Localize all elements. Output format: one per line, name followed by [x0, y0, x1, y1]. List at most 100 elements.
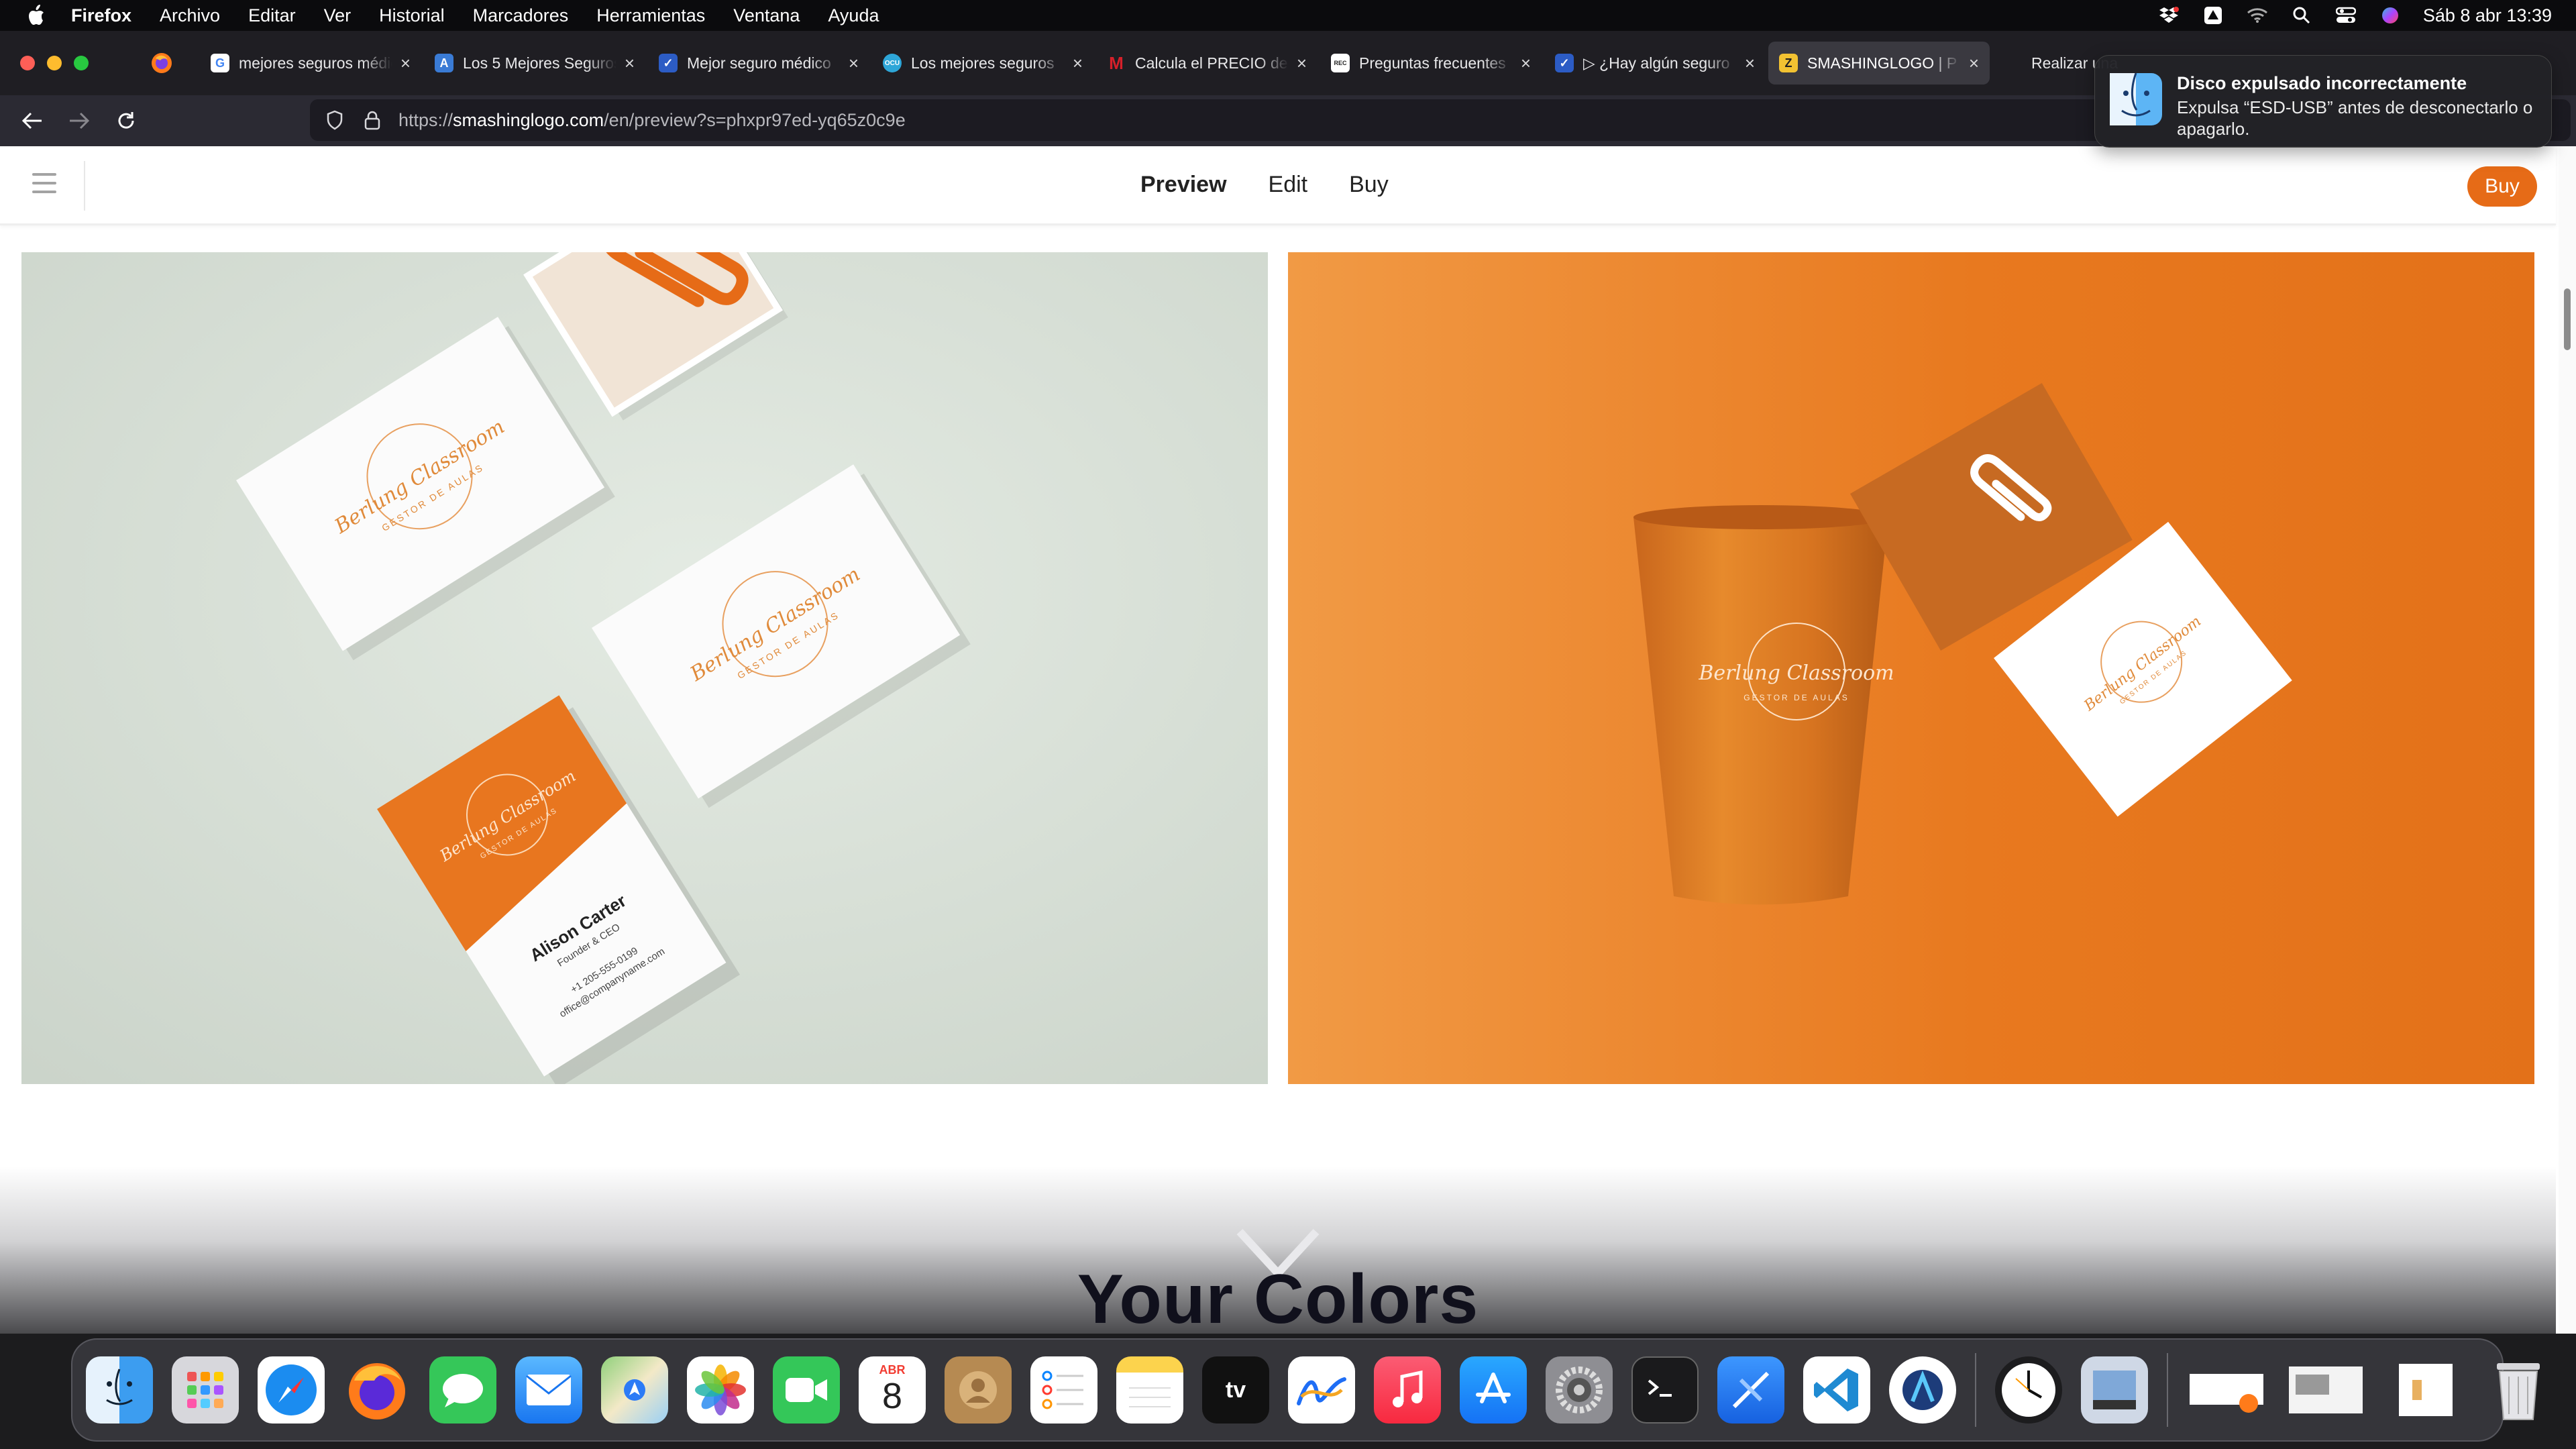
nav-buy[interactable]: Buy [1349, 172, 1389, 198]
back-arrow-icon[interactable] [17, 106, 47, 136]
brand-script-text: Berlung Classroom [1698, 661, 1894, 685]
nav-preview[interactable]: Preview [1140, 172, 1227, 198]
preview-icon[interactable] [2081, 1356, 2148, 1424]
clock-icon[interactable] [1995, 1356, 2062, 1424]
siri-icon[interactable] [2379, 5, 2402, 25]
tab-title: SMASHINGLOGO | P [1807, 54, 1957, 72]
apple-tv-icon[interactable]: tv [1202, 1356, 1269, 1424]
page-scrollbar[interactable] [2559, 146, 2576, 1334]
notification-body: Expulsa “ESD-USB” antes de desconectarlo… [2177, 97, 2533, 139]
minimized-window-firefox[interactable] [2187, 1356, 2267, 1424]
zoom-window-button[interactable] [74, 56, 89, 70]
google-icon: G [211, 54, 229, 72]
close-tab-icon[interactable]: × [1073, 53, 1083, 74]
drive-icon[interactable] [2202, 5, 2224, 25]
menu-marcadores[interactable]: Marcadores [473, 5, 569, 26]
music-icon[interactable] [1374, 1356, 1441, 1424]
calendar-month: ABR [879, 1362, 906, 1377]
photos-icon[interactable] [687, 1356, 754, 1424]
browser-tab-active[interactable]: Z SMASHINGLOGO | P × [1768, 42, 1990, 85]
menu-ver[interactable]: Ver [324, 5, 352, 26]
rec-icon: REC [1331, 54, 1350, 72]
apple-menu-icon[interactable] [27, 4, 47, 27]
terminal-icon[interactable] [1631, 1356, 1699, 1424]
close-tab-icon[interactable]: × [1969, 53, 1979, 74]
browser-tab[interactable]: M Calcula el PRECIO de × [1096, 42, 1318, 85]
browser-tab[interactable]: ✓ ▷ ¿Hay algún seguro × [1544, 42, 1766, 85]
xcode-icon[interactable] [1717, 1356, 1784, 1424]
trash-icon[interactable] [2485, 1356, 2552, 1424]
tab-title: Los mejores seguros [911, 54, 1055, 72]
menu-historial[interactable]: Historial [379, 5, 445, 26]
close-tab-icon[interactable]: × [625, 53, 635, 74]
facetime-icon[interactable] [773, 1356, 840, 1424]
macos-dock: ABR 8 tv [71, 1338, 2540, 1442]
web-page: Preview Edit Buy Buy Berlung Classroom G… [0, 146, 2576, 1334]
dropbox-icon[interactable] [2157, 5, 2180, 25]
url-text[interactable]: https://smashinglogo.com/en/preview?s=ph… [398, 110, 906, 131]
smashing-icon: Z [1779, 54, 1798, 72]
hamburger-menu-icon[interactable] [32, 173, 56, 193]
tab-title: mejores seguros médicos [239, 54, 392, 72]
freeform-icon[interactable] [1288, 1356, 1355, 1424]
coffee-cup-mockup-image: Berlung Classroom GESTOR DE AULAS Berlun… [1288, 252, 2534, 1084]
lock-icon[interactable] [361, 109, 384, 131]
mail-icon[interactable] [515, 1356, 582, 1424]
check-icon: ✓ [1555, 54, 1574, 72]
browser-tab[interactable]: ✓ Mejor seguro médico × [648, 42, 869, 85]
firefox-view-icon[interactable] [150, 52, 173, 74]
instruments-icon[interactable] [1889, 1356, 1956, 1424]
reminders-icon[interactable] [1030, 1356, 1097, 1424]
shield-icon[interactable] [323, 109, 346, 131]
safari-icon[interactable] [258, 1356, 325, 1424]
scrollbar-thumb[interactable] [2564, 288, 2571, 350]
messages-icon[interactable] [429, 1356, 496, 1424]
system-settings-icon[interactable] [1546, 1356, 1613, 1424]
app-menu-firefox[interactable]: Firefox [71, 5, 131, 26]
control-center-icon[interactable] [2334, 5, 2357, 25]
buy-button[interactable]: Buy [2467, 166, 2537, 207]
brand-sub-text: GESTOR DE AULAS [1743, 693, 1849, 702]
minimize-window-button[interactable] [47, 56, 62, 70]
calendar-day: 8 [881, 1375, 903, 1416]
browser-tab[interactable]: OCU Los mejores seguros × [872, 42, 1093, 85]
close-tab-icon[interactable]: × [1745, 53, 1755, 74]
menu-herramientas[interactable]: Herramientas [596, 5, 705, 26]
close-window-button[interactable] [20, 56, 35, 70]
tab-title: Mejor seguro médico [687, 54, 831, 72]
minimized-window-1[interactable] [2286, 1356, 2367, 1424]
maps-icon[interactable] [601, 1356, 668, 1424]
menu-editar[interactable]: Editar [248, 5, 296, 26]
close-tab-icon[interactable]: × [1521, 53, 1531, 74]
close-tab-icon[interactable]: × [849, 53, 859, 74]
tab-title: Los 5 Mejores Seguros [463, 54, 616, 72]
close-tab-icon[interactable]: × [1297, 53, 1307, 74]
site-header: Preview Edit Buy Buy [0, 146, 2556, 225]
header-divider [84, 161, 85, 211]
browser-tab[interactable]: G mejores seguros médicos × [200, 42, 421, 85]
disk-ejected-notification[interactable]: Disco expulsado incorrectamente Expulsa … [2094, 55, 2552, 148]
calendar-icon[interactable]: ABR 8 [859, 1356, 926, 1424]
apple-icon [2003, 54, 2022, 72]
launchpad-icon[interactable] [172, 1356, 239, 1424]
notes-icon[interactable] [1116, 1356, 1183, 1424]
menubar-clock[interactable]: Sáb 8 abr 13:39 [2423, 5, 2552, 26]
business-cards-mockup-image: Berlung Classroom GESTOR DE AULAS Berlun… [21, 252, 1268, 1084]
nav-edit[interactable]: Edit [1269, 172, 1308, 198]
contacts-icon[interactable] [945, 1356, 1012, 1424]
menu-archivo[interactable]: Archivo [160, 5, 220, 26]
browser-tab[interactable]: A Los 5 Mejores Seguros × [424, 42, 645, 85]
minimized-window-2[interactable] [2385, 1356, 2466, 1424]
wifi-icon[interactable] [2246, 5, 2269, 25]
menu-ventana[interactable]: Ventana [733, 5, 800, 26]
app-store-icon[interactable] [1460, 1356, 1527, 1424]
browser-tab[interactable]: REC Preguntas frecuentes × [1320, 42, 1542, 85]
reload-icon[interactable] [111, 106, 141, 136]
firefox-icon[interactable] [343, 1356, 411, 1424]
close-tab-icon[interactable]: × [400, 53, 411, 74]
vscode-icon[interactable] [1803, 1356, 1870, 1424]
menu-ayuda[interactable]: Ayuda [828, 5, 879, 26]
forward-arrow-icon[interactable] [64, 106, 94, 136]
finder-icon[interactable] [86, 1356, 153, 1424]
spotlight-search-icon[interactable] [2290, 5, 2313, 25]
